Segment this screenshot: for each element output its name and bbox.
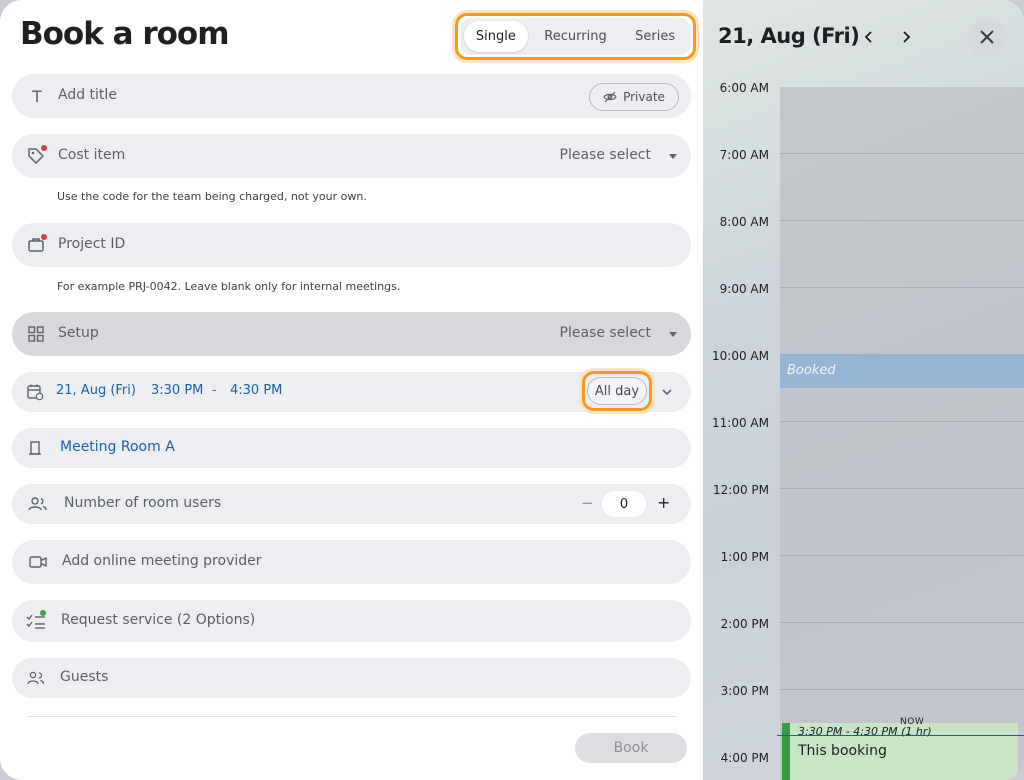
booking-form: Book a room Single Recurring Series T Ad… xyxy=(0,0,703,780)
caret-down-icon xyxy=(669,332,677,337)
setup-label: Setup xyxy=(58,325,99,341)
private-label: Private xyxy=(623,90,665,104)
booking-mode-tabs: Single Recurring Series xyxy=(461,18,690,55)
footer-divider xyxy=(28,716,676,717)
project-id-field[interactable]: Project ID xyxy=(12,223,691,267)
hour-line xyxy=(780,287,1024,288)
now-label: NOW xyxy=(900,717,925,727)
hour-line xyxy=(780,220,1024,221)
end-time-picker[interactable]: 4:30 PM xyxy=(230,383,282,398)
request-service-row[interactable]: Request service (2 Options) xyxy=(12,600,691,642)
hour-label: 11:00 AM xyxy=(712,416,769,430)
hour-label: 12:00 PM xyxy=(713,483,769,497)
booking-name: This booking xyxy=(798,743,887,759)
guests-label: Guests xyxy=(60,669,109,685)
calendar-clock-icon xyxy=(26,383,44,401)
cost-item-select[interactable]: Cost item Please select xyxy=(12,134,691,178)
hour-label: 8:00 AM xyxy=(719,215,769,229)
tab-recurring[interactable]: Recurring xyxy=(528,21,624,52)
room-name: Meeting Room A xyxy=(60,439,175,455)
room-row[interactable]: Meeting Room A xyxy=(12,428,691,468)
required-indicator xyxy=(41,145,47,151)
status-indicator xyxy=(40,610,46,616)
hour-line xyxy=(780,153,1024,154)
close-icon[interactable] xyxy=(967,17,1007,57)
hour-line xyxy=(780,555,1024,556)
hour-line xyxy=(780,421,1024,422)
eye-off-icon xyxy=(603,91,617,103)
room-users-row: Number of room users − + xyxy=(12,484,691,524)
booking-dialog: Book a room Single Recurring Series T Ad… xyxy=(0,0,1024,780)
booked-block: Booked xyxy=(780,354,1024,388)
tab-single[interactable]: Single xyxy=(464,21,528,52)
online-meeting-label: Add online meeting provider xyxy=(62,553,262,569)
users-icon xyxy=(28,495,48,513)
private-toggle-button[interactable]: Private xyxy=(589,83,679,111)
cost-item-value: Please select xyxy=(559,147,651,163)
hour-label: 1:00 PM xyxy=(720,550,769,564)
now-indicator xyxy=(777,735,1024,736)
hour-label: 7:00 AM xyxy=(719,148,769,162)
grid-icon xyxy=(26,324,46,344)
hour-label: 10:00 AM xyxy=(712,349,769,363)
page-title: Book a room xyxy=(20,16,230,52)
project-id-label: Project ID xyxy=(58,236,126,252)
hour-label: 2:00 PM xyxy=(720,617,769,631)
date-picker[interactable]: 21, Aug (Fri) xyxy=(56,383,136,398)
title-placeholder: Add title xyxy=(58,87,117,103)
guests-icon xyxy=(26,669,46,687)
chevron-right-icon[interactable] xyxy=(895,26,917,48)
chevron-left-icon[interactable] xyxy=(858,26,880,48)
cost-item-hint: Use the code for the team being charged,… xyxy=(57,190,367,203)
hour-label: 6:00 AM xyxy=(719,81,769,95)
hour-label: 9:00 AM xyxy=(719,282,769,296)
setup-value: Please select xyxy=(559,325,651,341)
room-users-label: Number of room users xyxy=(64,495,222,511)
increment-button[interactable]: + xyxy=(657,493,670,512)
hour-line xyxy=(780,488,1024,489)
guests-row[interactable]: Guests xyxy=(12,658,691,698)
hour-label: 4:00 PM xyxy=(720,751,769,765)
chevron-down-icon[interactable] xyxy=(659,384,675,400)
book-button[interactable]: Book xyxy=(575,733,687,763)
decrement-button[interactable]: − xyxy=(581,494,594,512)
calendar-day-column[interactable] xyxy=(780,87,1024,780)
hour-line xyxy=(780,689,1024,690)
text-icon: T xyxy=(32,86,42,106)
cost-item-label: Cost item xyxy=(58,147,126,163)
title-field[interactable]: T Add title Private xyxy=(12,74,691,118)
hour-label: 3:00 PM xyxy=(720,684,769,698)
required-indicator xyxy=(41,234,47,240)
calendar-panel: 21, Aug (Fri) 6:00 AM 7:00 AM 8:00 AM 9:… xyxy=(703,0,1024,780)
room-users-input[interactable]: 0 xyxy=(602,491,646,517)
start-time-picker[interactable]: 3:30 PM xyxy=(151,383,203,398)
door-icon xyxy=(26,439,44,457)
tab-series[interactable]: Series xyxy=(623,21,687,52)
caret-down-icon xyxy=(669,154,677,159)
calendar-date: 21, Aug (Fri) xyxy=(718,24,860,48)
hour-line xyxy=(780,622,1024,623)
online-meeting-row[interactable]: Add online meeting provider xyxy=(12,540,691,584)
this-booking-block[interactable]: 3:30 PM - 4:30 PM (1 hr) This booking xyxy=(782,723,1018,780)
project-id-hint: For example PRJ-0042. Leave blank only f… xyxy=(57,280,401,293)
booked-label: Booked xyxy=(787,363,836,378)
video-camera-icon xyxy=(28,553,48,571)
all-day-toggle[interactable]: All day xyxy=(587,377,647,405)
setup-select[interactable]: Setup Please select xyxy=(12,312,691,356)
time-separator: - xyxy=(212,383,217,398)
request-service-label: Request service (2 Options) xyxy=(61,612,256,628)
